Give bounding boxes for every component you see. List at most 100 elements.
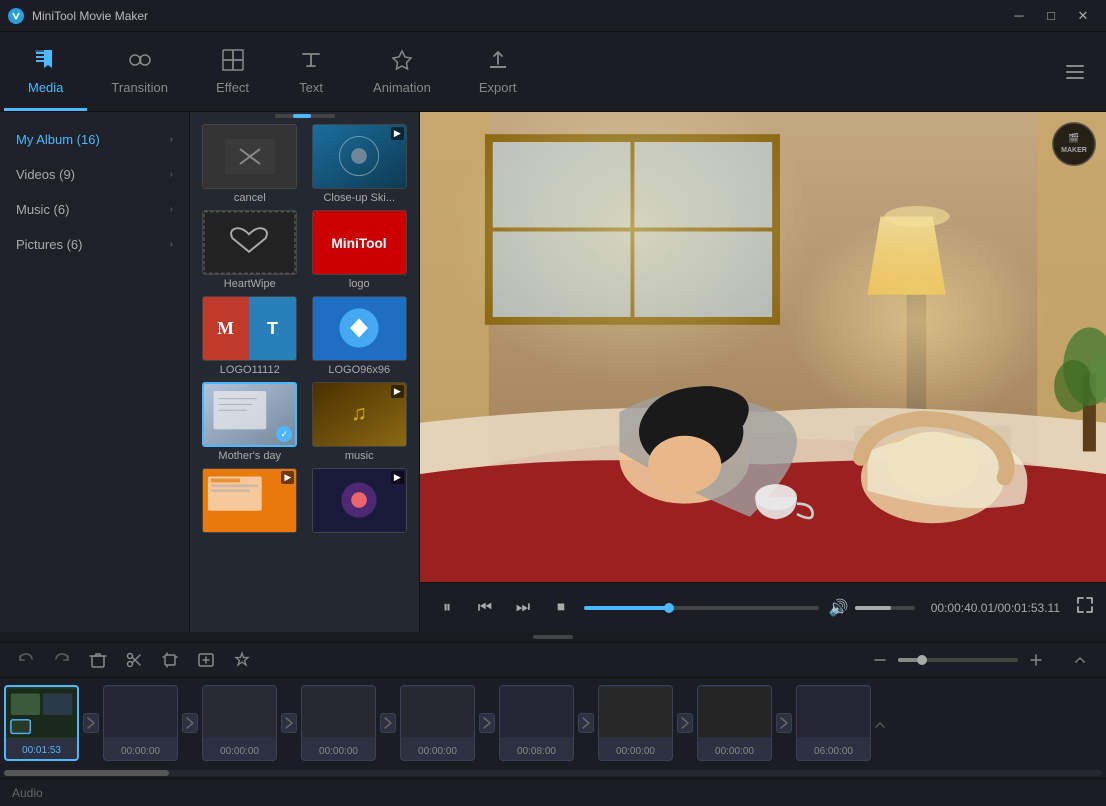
chevron-right-icon: › [170, 204, 173, 215]
maximize-button[interactable]: □ [1036, 4, 1066, 28]
media-grid: cancel [198, 124, 411, 544]
drag-handle[interactable] [533, 635, 573, 639]
crop-button[interactable] [156, 646, 184, 674]
sidebar-item-my-album[interactable]: My Album (16) › [0, 122, 189, 157]
clip-time: 00:00:00 [698, 743, 771, 760]
time-current: 00:00:40.01 [931, 601, 994, 615]
media-item-8[interactable]: ▶ [198, 468, 302, 536]
timeline-clip-9[interactable]: 06:00:00 [796, 685, 871, 761]
cut-button[interactable] [120, 646, 148, 674]
volume-bar[interactable] [855, 606, 915, 610]
track-scrollbar[interactable] [0, 768, 1106, 778]
timeline-clip-6[interactable]: 00:08:00 [499, 685, 574, 761]
media-item-logo[interactable]: MiniTool logo [308, 210, 412, 290]
audio-label: Audio [12, 786, 43, 800]
progress-bar[interactable] [584, 606, 819, 610]
forward-button[interactable]: ⏭ [508, 593, 538, 623]
sidebar-videos-label: Videos (9) [16, 167, 75, 182]
collapse-timeline-button[interactable] [1066, 646, 1094, 674]
text-overlay-button[interactable] [192, 646, 220, 674]
volume-button[interactable]: 🔊 [827, 593, 851, 623]
window-controls: ─ □ ✕ [1004, 4, 1098, 28]
export-label: Export [479, 80, 517, 95]
export-icon [484, 46, 512, 74]
zoom-control [866, 646, 1050, 674]
sidebar-pictures-label: Pictures (6) [16, 237, 82, 252]
media-item-logo11112[interactable]: M T LOGO11112 [198, 296, 302, 376]
media-scroll-area[interactable]: cancel [190, 120, 419, 632]
timeline-clip-5[interactable]: 00:00:00 [400, 685, 475, 761]
progress-thumb [664, 603, 674, 613]
toolbar-item-text[interactable]: Text [273, 32, 349, 111]
transition-marker[interactable] [578, 713, 594, 733]
media-item-label: LOGO96x96 [312, 364, 407, 376]
toolbar-item-animation[interactable]: Animation [349, 32, 455, 111]
titlebar: MiniTool Movie Maker ─ □ ✕ [0, 0, 1106, 32]
menu-button[interactable] [1048, 32, 1102, 111]
timeline-clip-4[interactable]: 00:00:00 [301, 685, 376, 761]
pause-button[interactable]: ⏸ [432, 593, 462, 623]
svg-text:♫: ♫ [351, 401, 367, 425]
clip-time: 00:00:00 [401, 743, 474, 760]
clip-connector [81, 685, 101, 761]
sidebar-item-videos[interactable]: Videos (9) › [0, 157, 189, 192]
stop-button[interactable]: ⏹ [546, 593, 576, 623]
sidebar: My Album (16) › Videos (9) › Music (6) ›… [0, 112, 190, 632]
zoom-out-button[interactable] [866, 646, 894, 674]
zoom-slider[interactable] [898, 658, 1018, 662]
fullscreen-button[interactable] [1076, 596, 1094, 619]
sidebar-item-pictures[interactable]: Pictures (6) › [0, 227, 189, 262]
timeline-clip-8[interactable]: 00:00:00 [697, 685, 772, 761]
media-item-music[interactable]: ♫ ▶ music [308, 382, 412, 462]
time-total: 00:01:53.11 [997, 601, 1060, 615]
toolbar-item-export[interactable]: Export [455, 32, 541, 111]
zoom-in-button[interactable] [1022, 646, 1050, 674]
media-icon [32, 46, 60, 74]
media-item-closeup[interactable]: ▶ Close-up Ski... [308, 124, 412, 204]
sidebar-item-music[interactable]: Music (6) › [0, 192, 189, 227]
media-item-logo96[interactable]: LOGO96x96 [308, 296, 412, 376]
transition-marker[interactable] [83, 713, 99, 733]
volume-area: 🔊 [827, 593, 915, 623]
toolbar-item-effect[interactable]: Effect [192, 32, 273, 111]
clip-connector [477, 685, 497, 761]
toolbar: Media Transition Effect Text Animation [0, 32, 1106, 112]
transition-marker[interactable] [182, 713, 198, 733]
clip-time: 06:00:00 [797, 743, 870, 760]
media-item-mothersday[interactable]: ✓ Mother's day [198, 382, 302, 462]
sidebar-my-album-label: My Album (16) [16, 132, 100, 147]
media-item-9[interactable]: ▶ [308, 468, 412, 536]
timeline-clip-7[interactable]: 00:00:00 [598, 685, 673, 761]
preview-scene [420, 112, 1106, 582]
svg-text:T: T [267, 318, 278, 338]
transition-marker[interactable] [380, 713, 396, 733]
clip-time: 00:08:00 [500, 743, 573, 760]
redo-button[interactable] [48, 646, 76, 674]
svg-text:MiniTool: MiniTool [331, 236, 386, 251]
rewind-button[interactable]: ⏮ [470, 593, 500, 623]
delete-button[interactable] [84, 646, 112, 674]
media-item-heartwipe[interactable]: HeartWipe [198, 210, 302, 290]
timeline-clip-2[interactable]: 00:00:00 [103, 685, 178, 761]
transition-marker[interactable] [677, 713, 693, 733]
minimize-button[interactable]: ─ [1004, 4, 1034, 28]
timeline-clip-3[interactable]: 00:00:00 [202, 685, 277, 761]
progress-fill [584, 606, 669, 610]
close-button[interactable]: ✕ [1068, 4, 1098, 28]
effects-button[interactable] [228, 646, 256, 674]
video-track[interactable]: 00:01:53 00:00:00 00:00:00 [0, 678, 1106, 768]
hamburger-icon [1064, 61, 1086, 83]
playback-controls: ⏸ ⏮ ⏭ ⏹ 🔊 00:00:40.01/00:01:53.11 [420, 582, 1106, 632]
transition-marker[interactable] [281, 713, 297, 733]
timeline-divider [0, 632, 1106, 642]
transition-marker[interactable] [776, 713, 792, 733]
toolbar-item-transition[interactable]: Transition [87, 32, 192, 111]
app-icon [8, 8, 24, 24]
transition-marker[interactable] [479, 713, 495, 733]
clip-time: 00:00:00 [203, 743, 276, 760]
media-item-cancel[interactable]: cancel [198, 124, 302, 204]
undo-button[interactable] [12, 646, 40, 674]
timeline-clip-1[interactable]: 00:01:53 [4, 685, 79, 761]
toolbar-item-media[interactable]: Media [4, 32, 87, 111]
text-label: Text [299, 80, 323, 95]
